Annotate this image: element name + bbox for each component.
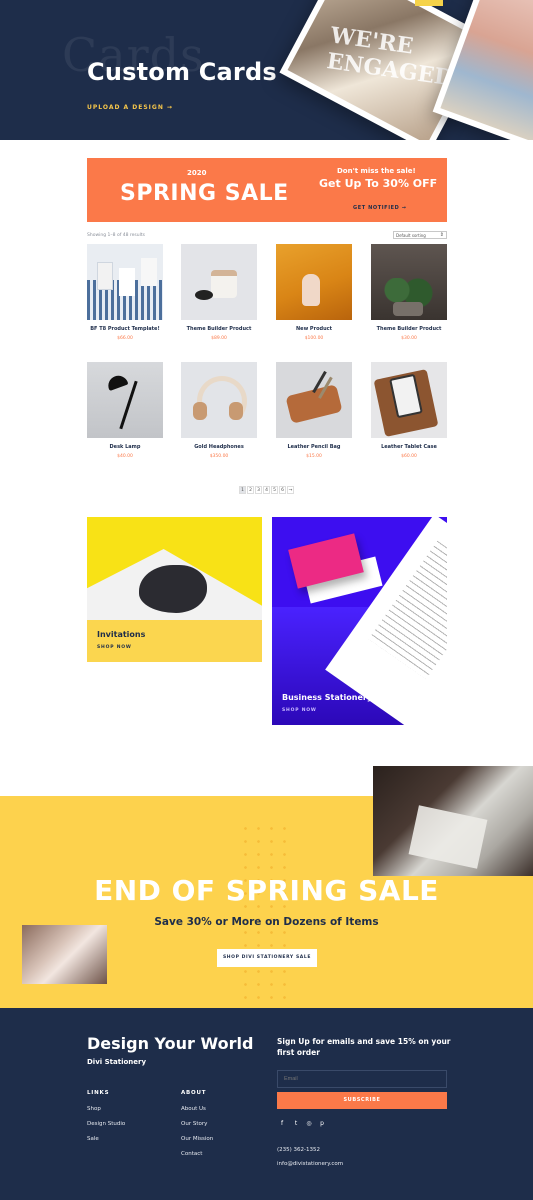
signing-document-photo [373,766,533,876]
product-card[interactable]: Gold Headphones $350.00 [181,362,257,459]
links-heading: LINKS [87,1090,110,1096]
footer-brand-sub: Divi Stationery [87,1058,147,1066]
product-price: $89.00 [211,336,227,341]
product-card[interactable]: BF T8 Product Template! $66.00 [87,244,163,341]
instagram-icon[interactable]: ◎ [304,1120,314,1127]
sort-select-value: Default sorting [396,233,426,238]
pinterest-icon[interactable]: p [317,1120,327,1127]
product-card[interactable]: Theme Builder Product $89.00 [181,244,257,341]
email-field[interactable] [277,1070,447,1088]
footer-phone: (235) 362-1352 [277,1147,321,1153]
footer-link-our-story[interactable]: Our Story [181,1121,207,1127]
product-price: $350.00 [209,454,229,459]
footer-link-contact[interactable]: Contact [181,1151,202,1157]
sort-select[interactable]: Default sorting ⇕ [393,231,447,239]
product-name[interactable]: Theme Builder Product [371,326,447,332]
upload-design-link[interactable]: UPLOAD A DESIGN → [87,104,173,111]
product-name[interactable]: Leather Tablet Case [371,444,447,450]
chevron-down-icon: ⇕ [439,232,444,238]
product-name[interactable]: New Product [276,326,352,332]
next-page-icon[interactable]: → [287,486,294,494]
category-card-invitations[interactable]: Invitations SHOP NOW [87,517,262,662]
about-heading: ABOUT [181,1090,207,1096]
banner-sale-title: SPRING SALE [120,181,289,206]
promo-headline: END OF SPRING SALE [94,874,439,907]
footer-link-design-studio[interactable]: Design Studio [87,1121,125,1127]
accent-strip [415,0,443,6]
invitations-image [87,517,262,620]
dot-pattern [239,822,289,1002]
banner-year: 2020 [187,169,207,177]
shop-sale-button[interactable]: SHOP DIVI STATIONERY SALE [217,949,317,967]
product-image[interactable] [181,362,257,438]
spring-sale-banner: 2020 SPRING SALE Don't miss the sale! Ge… [87,158,447,222]
product-card[interactable]: New Product $100.00 [276,244,352,341]
product-image[interactable] [371,244,447,320]
hero-section: Cards Custom Cards UPLOAD A DESIGN → WE'… [0,0,533,140]
twitter-icon[interactable]: t [291,1120,301,1127]
product-image[interactable] [276,244,352,320]
facebook-icon[interactable]: f [277,1120,287,1127]
page-link-5[interactable]: 5 [271,486,278,494]
product-image[interactable] [371,362,447,438]
page-link-1[interactable]: 1 [239,486,246,494]
product-card[interactable]: Leather Pencil Bag $15.00 [276,362,352,459]
product-price: $40.00 [117,454,133,459]
category-label[interactable]: Invitations [97,630,145,639]
footer-link-shop[interactable]: Shop [87,1106,101,1112]
get-notified-link[interactable]: GET NOTIFIED → [353,205,407,211]
product-price: $66.00 [117,336,133,341]
blob-shape [139,565,207,613]
product-image[interactable] [276,362,352,438]
product-name[interactable]: Theme Builder Product [181,326,257,332]
product-price: $30.00 [401,336,417,341]
product-image[interactable] [87,244,163,320]
results-count: Showing 1–8 of 48 results [87,233,145,238]
page-title: Custom Cards [87,58,277,86]
footer-brand: Design Your World [87,1034,254,1053]
footer-link-sale[interactable]: Sale [87,1136,99,1142]
footer: Design Your World Divi Stationery LINKS … [0,1008,533,1200]
page-link-6[interactable]: 6 [279,486,286,494]
product-image[interactable] [181,244,257,320]
product-card[interactable]: Desk Lamp $40.00 [87,362,163,459]
promo-subheadline: Save 30% or More on Dozens of Items [154,916,379,928]
product-name[interactable]: Gold Headphones [181,444,257,450]
product-name[interactable]: Desk Lamp [87,444,163,450]
product-price: $15.00 [306,454,322,459]
product-price: $60.00 [401,454,417,459]
product-card[interactable]: Leather Tablet Case $60.00 [371,362,447,459]
shop-now-link[interactable]: SHOP NOW [282,708,317,713]
table-setting-photo [22,925,107,984]
page-link-3[interactable]: 3 [255,486,262,494]
product-price: $100.00 [304,336,324,341]
product-name[interactable]: Leather Pencil Bag [276,444,352,450]
product-image[interactable] [87,362,163,438]
product-name[interactable]: BF T8 Product Template! [87,326,163,332]
page-link-2[interactable]: 2 [247,486,254,494]
page-link-4[interactable]: 4 [263,486,270,494]
footer-link-our-mission[interactable]: Our Mission [181,1136,213,1142]
banner-offer: Get Up To 30% OFF [319,177,438,190]
subscribe-button[interactable]: SUBSCRIBE [277,1092,447,1109]
footer-link-about-us[interactable]: About Us [181,1106,206,1112]
signup-heading: Sign Up for emails and save 15% on your … [277,1037,451,1057]
pagination: 1 2 3 4 5 6 → [239,486,294,494]
banner-dont-miss: Don't miss the sale! [337,167,416,175]
shop-now-link[interactable]: SHOP NOW [97,645,132,650]
footer-email-link[interactable]: info@divistationery.com [277,1161,343,1167]
category-card-business-stationery[interactable]: Business Stationery SHOP NOW [272,517,447,725]
category-label[interactable]: Business Stationery [282,693,372,702]
product-card[interactable]: Theme Builder Product $30.00 [371,244,447,341]
